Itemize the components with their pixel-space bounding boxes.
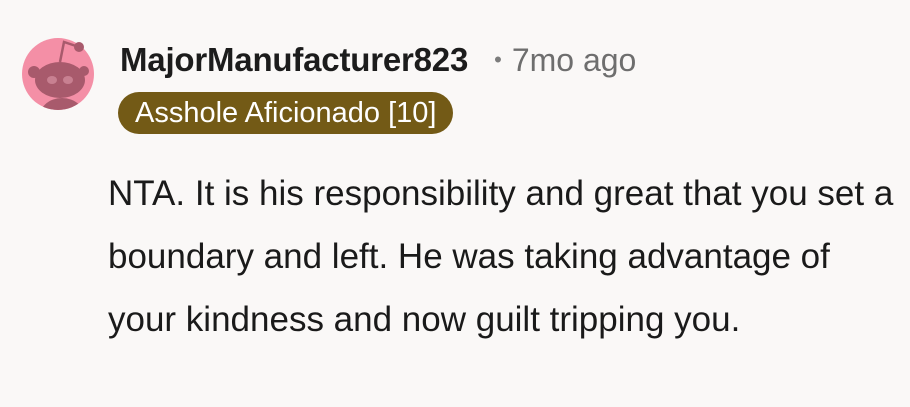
- user-avatar[interactable]: [22, 28, 94, 120]
- comment-card: MajorManufacturer823 • 7mo ago Asshole A…: [0, 0, 910, 407]
- comment-body: NTA. It is his responsibility and great …: [108, 174, 894, 339]
- username-link[interactable]: MajorManufacturer823: [120, 41, 468, 79]
- user-flair-badge: Asshole Aficionado [10]: [118, 92, 454, 134]
- meta-separator: •: [494, 47, 502, 72]
- snoo-avatar-icon: [22, 38, 94, 110]
- comment-meta: MajorManufacturer823 • 7mo ago: [120, 38, 636, 82]
- comment-timestamp[interactable]: 7mo ago: [512, 42, 637, 79]
